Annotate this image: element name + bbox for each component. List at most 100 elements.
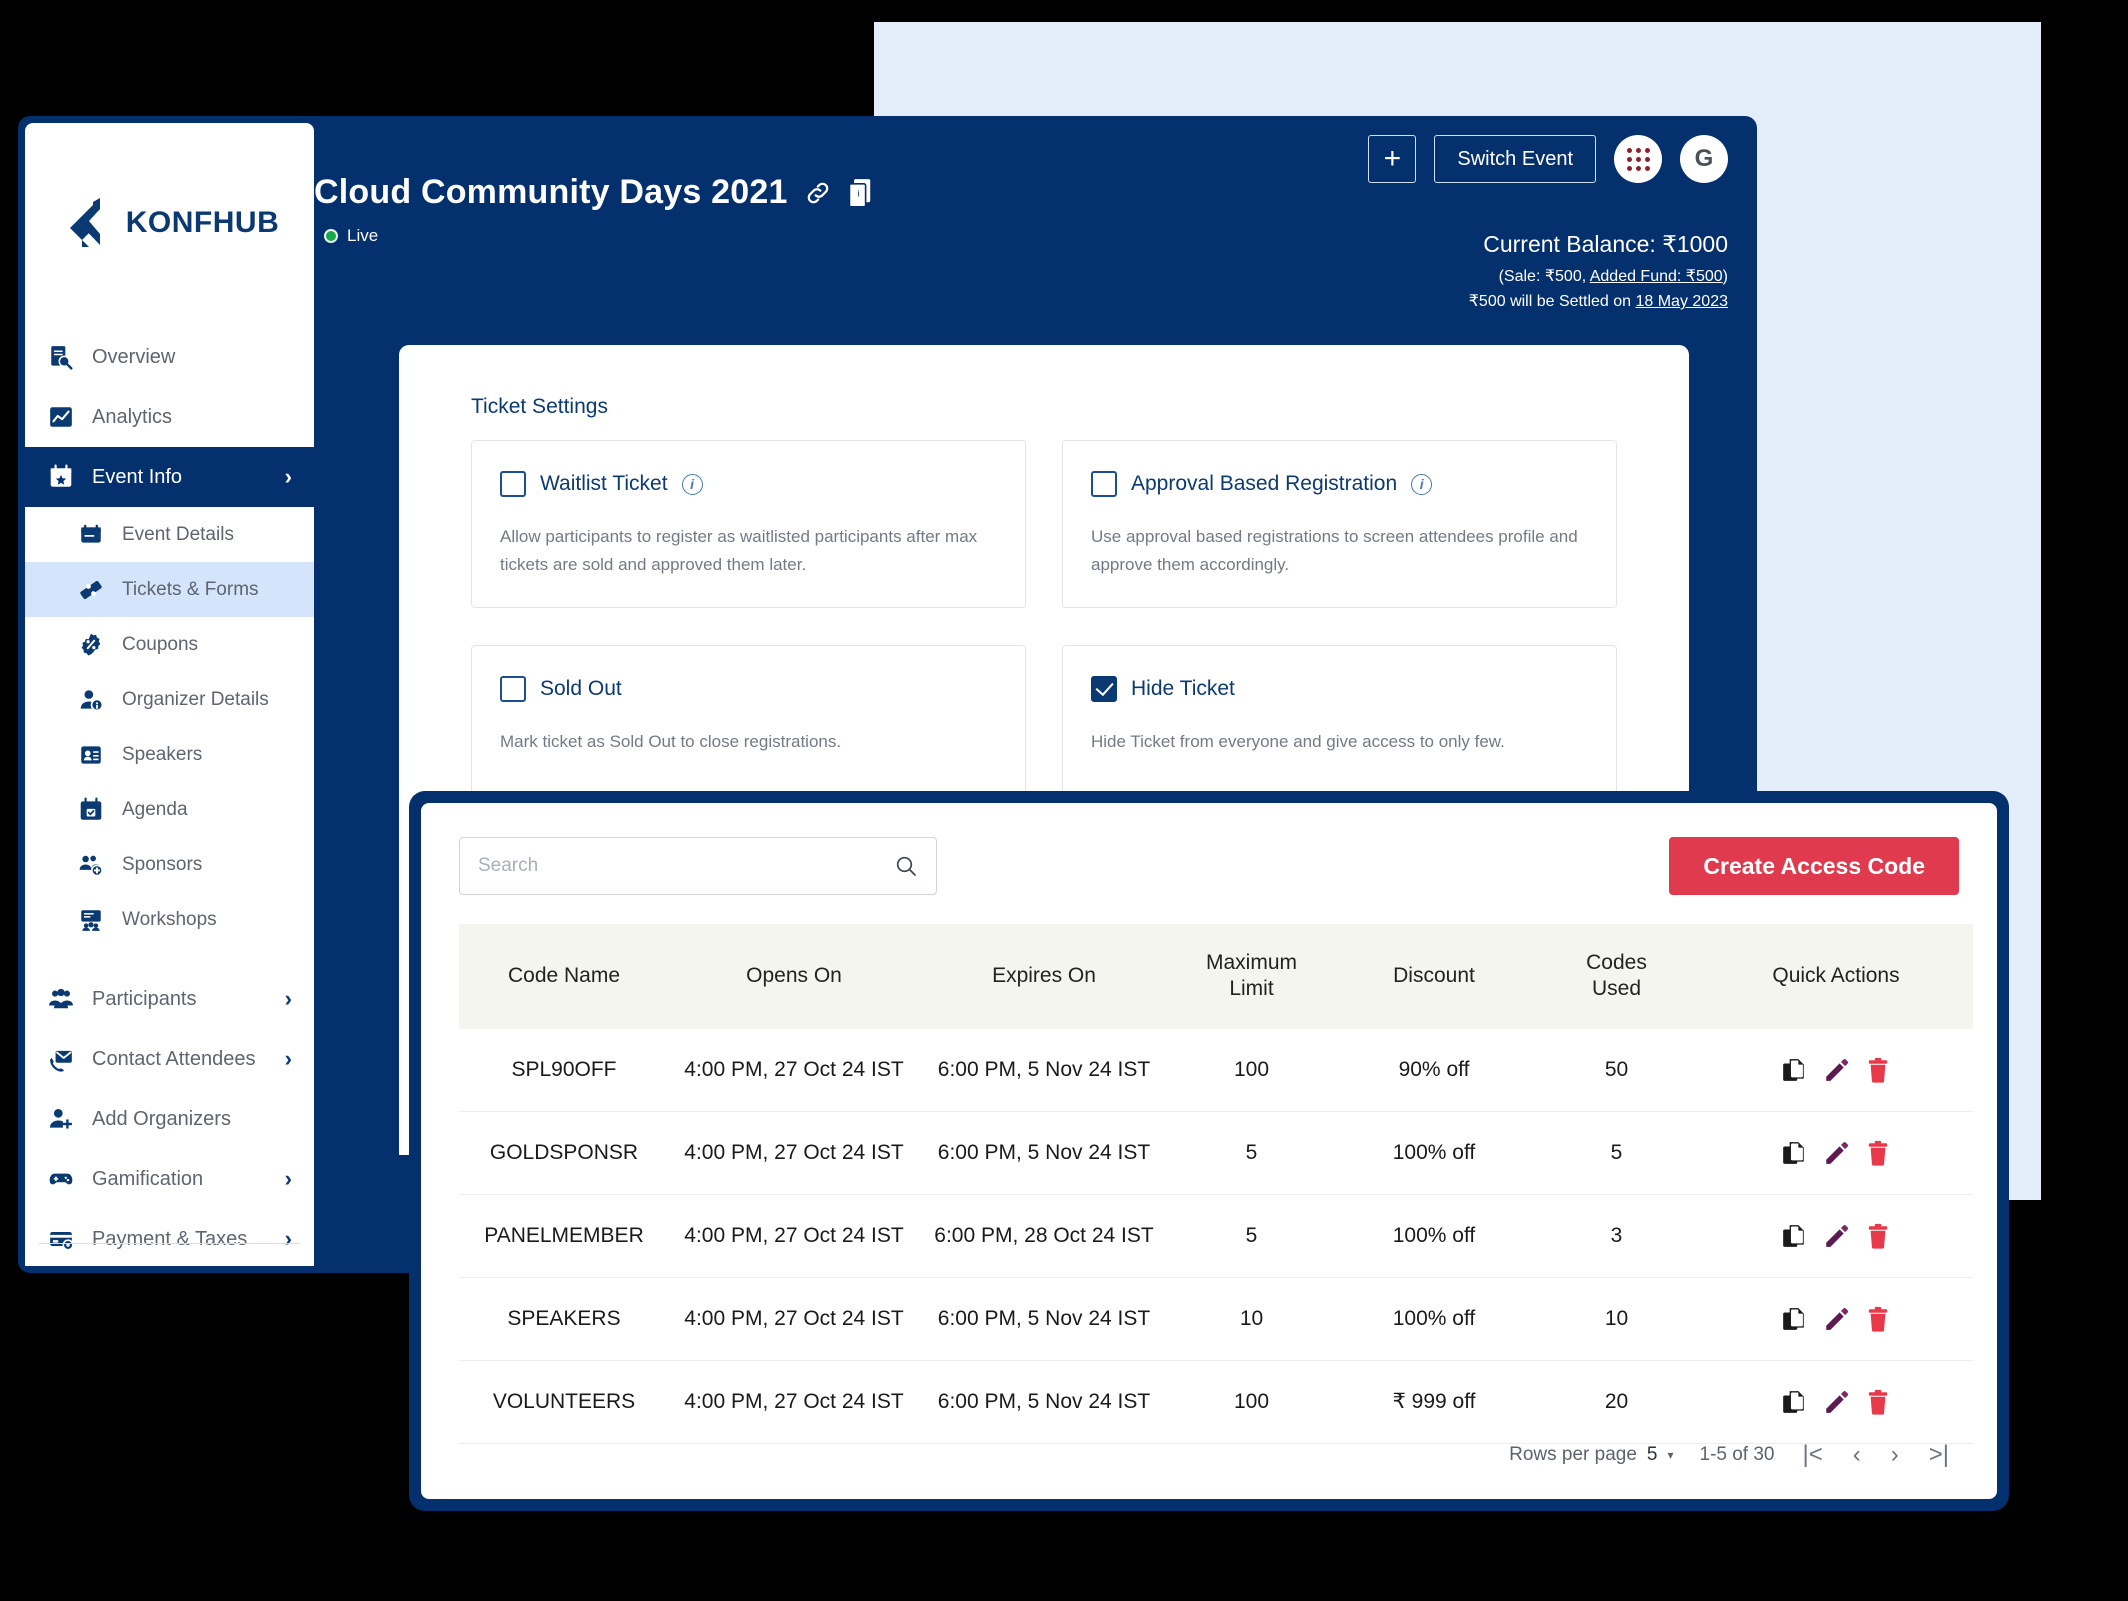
edit-pencil-button[interactable] (1823, 1140, 1849, 1166)
next-page-button[interactable]: › (1889, 1441, 1901, 1469)
cell-codes-used: 5 (1534, 1111, 1699, 1195)
sidebar-item-analytics[interactable]: Analytics (25, 387, 314, 447)
brand-logo[interactable]: KONFHUB (25, 123, 314, 323)
sidebar-item-sponsors[interactable]: Sponsors (25, 837, 314, 892)
add-organizer-person-plus-icon (47, 1105, 75, 1133)
sidebar-item-organizer-details[interactable]: Organizer Details (25, 672, 314, 727)
sidebar-item-contact-attendees[interactable]: Contact Attendees › (25, 1029, 314, 1089)
checkbox-approval-based-registration[interactable] (1091, 471, 1117, 497)
event-info-calendar-star-icon (47, 463, 75, 491)
settlement-prefix: ₹500 will be Settled on (1468, 293, 1636, 310)
sidebar-item-overview[interactable]: Overview (25, 327, 314, 387)
edit-pencil-button[interactable] (1823, 1389, 1849, 1415)
copy-button[interactable] (1781, 1140, 1807, 1166)
balance-sale-suffix: ) (1722, 268, 1728, 285)
copy-button[interactable] (1781, 1057, 1807, 1083)
search-box[interactable] (459, 837, 937, 895)
edit-pencil-button[interactable] (1823, 1057, 1849, 1083)
participants-group-icon (49, 988, 73, 1009)
option-header: Sold Out (500, 676, 997, 703)
overview-document-search-icon (47, 343, 75, 371)
sidebar-item-event-details[interactable]: Event Details (25, 507, 314, 562)
sidebar-item-gamification[interactable]: Gamification › (25, 1149, 314, 1209)
prev-page-button[interactable]: ‹ (1851, 1441, 1863, 1469)
chevron-right-icon[interactable]: › (285, 464, 292, 490)
chevron-down-icon[interactable]: ▾ (1667, 1448, 1673, 1462)
sidebar-item-workshops[interactable]: Workshops (25, 892, 314, 947)
delete-trash-button[interactable] (1865, 1223, 1891, 1249)
quick-actions (1703, 1223, 1969, 1249)
cell-discount: 100% off (1334, 1111, 1534, 1195)
sidebar-item-label: Sponsors (122, 853, 203, 875)
add-button[interactable]: + (1368, 135, 1417, 183)
cell-quick-actions (1699, 1194, 1973, 1278)
ticket-icon (77, 576, 105, 604)
checkbox-hide-ticket[interactable] (1091, 676, 1117, 703)
search-icon[interactable] (894, 854, 918, 878)
cell-discount: 100% off (1334, 1277, 1534, 1361)
chevron-right-icon[interactable]: › (285, 986, 292, 1012)
status-badge: Live (324, 226, 378, 246)
rows-per-page-value[interactable]: 5 (1647, 1444, 1658, 1466)
cell-quick-actions (1699, 1277, 1973, 1361)
create-access-code-button[interactable]: Create Access Code (1669, 837, 1959, 895)
access-codes-table: Code Name Opens On Expires On Maximum Limit D… (459, 924, 1973, 1444)
delete-trash-button[interactable] (1865, 1306, 1891, 1332)
first-page-button[interactable]: |< (1801, 1441, 1825, 1469)
balance-block: Current Balance: ₹1000 (Sale: ₹500, Adde… (1469, 231, 1728, 311)
sidebar-item-payment-taxes[interactable]: Payment & Taxes › (25, 1209, 314, 1266)
checkbox-waitlist-ticket[interactable] (500, 471, 526, 497)
quick-actions (1703, 1389, 1969, 1415)
cell-expires-on: 6:00 PM, 5 Nov 24 IST (919, 1360, 1169, 1444)
sidebar-item-label: Payment & Taxes (92, 1227, 248, 1250)
chevron-right-icon[interactable]: › (285, 1046, 292, 1072)
sidebar-item-label: Organizer Details (122, 688, 269, 710)
delete-trash-button[interactable] (1865, 1140, 1891, 1166)
delete-trash-button[interactable] (1865, 1057, 1891, 1083)
copy-button[interactable] (1781, 1389, 1807, 1415)
page-title: Cloud Community Days 2021 (314, 173, 788, 211)
last-page-button[interactable]: >| (1927, 1441, 1951, 1469)
switch-event-button[interactable]: Switch Event (1434, 135, 1596, 183)
added-fund-link[interactable]: Added Fund: ₹500 (1590, 268, 1723, 285)
option-description: Mark ticket as Sold Out to close registr… (500, 732, 842, 752)
info-circle-icon[interactable]: i (681, 473, 703, 495)
search-input[interactable] (478, 855, 894, 877)
cell-codes-used: 10 (1534, 1277, 1699, 1361)
avatar[interactable]: G (1680, 135, 1728, 183)
sidebar-item-participants[interactable]: Participants › (25, 969, 314, 1029)
sidebar-item-speakers[interactable]: Speakers (25, 727, 314, 782)
chevron-right-icon[interactable]: › (285, 1226, 292, 1252)
apps-grid-button[interactable] (1614, 135, 1662, 183)
link-chain-icon[interactable] (804, 179, 832, 207)
edit-pencil-button[interactable] (1823, 1306, 1849, 1332)
copy-icon (1783, 1141, 1804, 1164)
svg-text:i: i (857, 188, 859, 198)
payment-card-gear-icon (50, 1231, 74, 1251)
sidebar-item-label: Contact Attendees (92, 1047, 256, 1070)
copy-button[interactable] (1781, 1306, 1807, 1332)
option-card-sold-out: Sold Out Mark ticket as Sold Out to close… (471, 645, 1026, 796)
sidebar-item-event-info[interactable]: Event Info › (25, 447, 314, 507)
access-codes-card: Create Access Code Code NameOpens OnExpi… (421, 803, 1997, 1499)
checkbox-sold-out[interactable] (500, 676, 526, 703)
sidebar-item-add-organizers[interactable]: Add Organizers (25, 1089, 314, 1149)
sidebar-item-coupons[interactable]: Coupons (25, 617, 314, 672)
sidebar-item-tickets-forms[interactable]: Tickets & Forms (25, 562, 314, 617)
edit-pencil-button[interactable] (1823, 1223, 1849, 1249)
copy-button[interactable] (1781, 1223, 1807, 1249)
sponsors-people-add-icon (77, 851, 105, 879)
delete-trash-button[interactable] (1865, 1389, 1891, 1415)
rows-per-page[interactable]: Rows per page 5 ▾ (1509, 1444, 1673, 1466)
table-head: Code Name Opens On Expires On Maximum Limit D… (459, 924, 1973, 1029)
chevron-right-icon[interactable]: › (285, 1166, 292, 1192)
settlement-date[interactable]: 18 May 2023 (1635, 293, 1728, 310)
info-circle-icon[interactable]: i (1411, 473, 1433, 495)
cell-opens-on: 4:00 PM, 27 Oct 24 IST (669, 1028, 919, 1112)
sidebar-item-agenda[interactable]: Agenda (25, 782, 314, 837)
settlement-note: ₹500 will be Settled on 18 May 2023 (1469, 291, 1728, 311)
delete-trash-icon (1868, 1057, 1888, 1083)
copy-page-icon[interactable]: i (848, 178, 874, 208)
pagination: Rows per page 5 ▾ 1-5 of 30 |< ‹ › >| (1509, 1441, 1951, 1469)
sidebar-item-label: Overview (92, 345, 176, 368)
